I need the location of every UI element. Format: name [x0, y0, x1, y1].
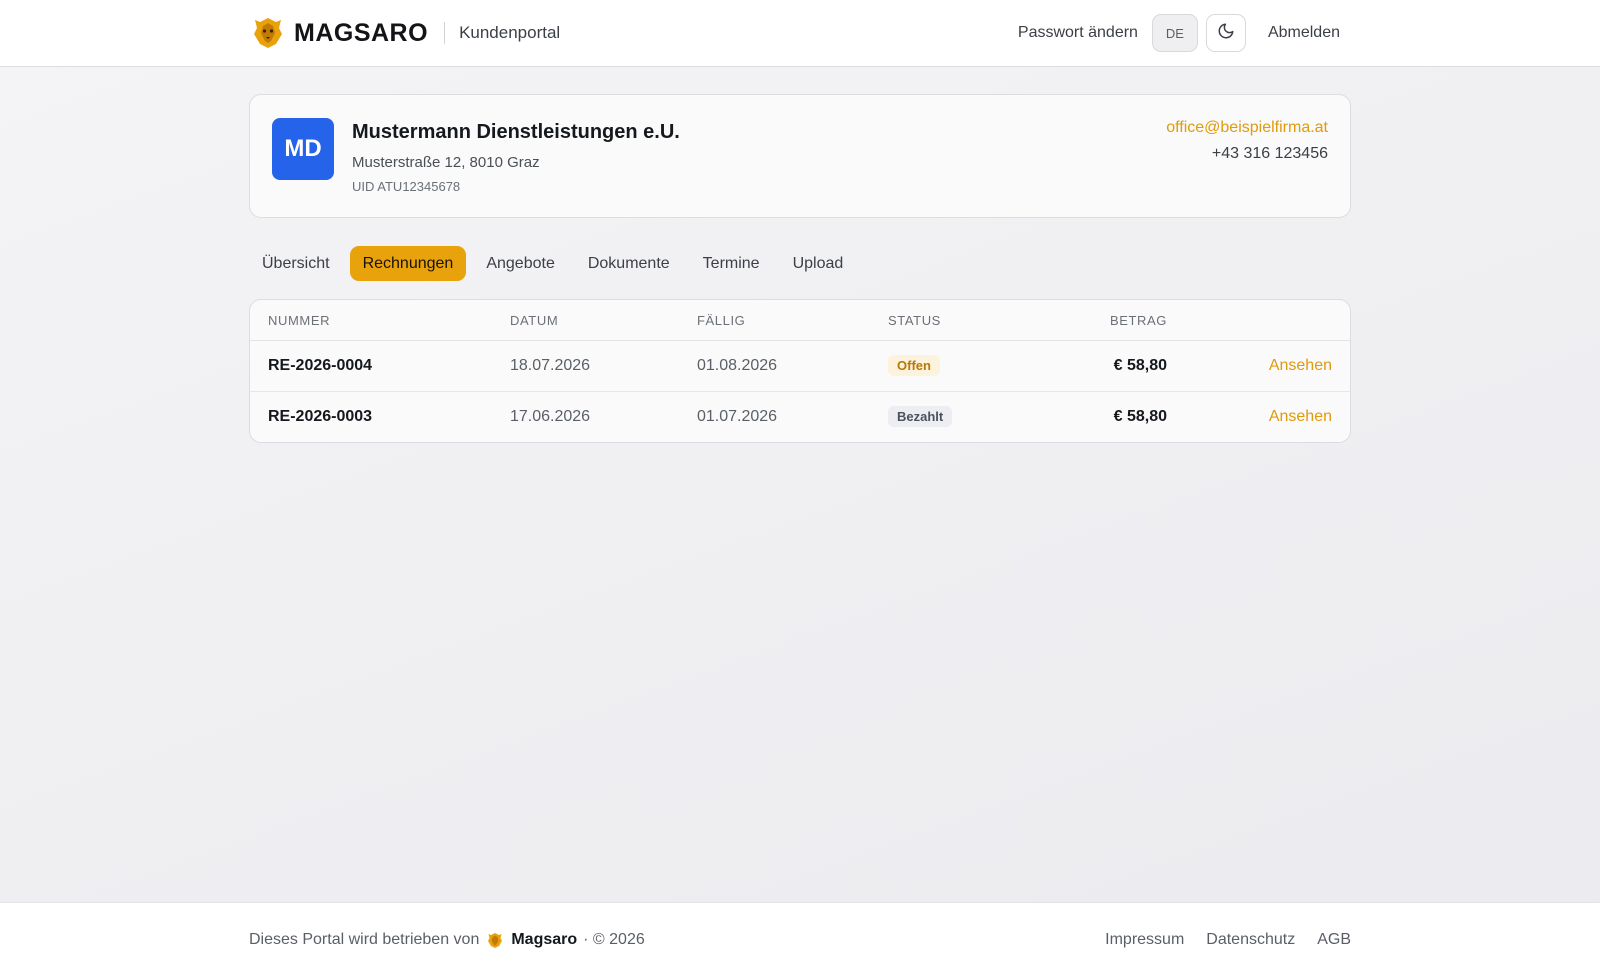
- magsaro-logo-icon: [487, 932, 503, 949]
- invoice-table: Nummer Datum Fällig Status Betrag RE-202…: [249, 299, 1351, 443]
- brand[interactable]: MAGSARO Kundenportal: [252, 15, 560, 51]
- customer-card: MD Mustermann Dienstleistungen e.U. Must…: [249, 94, 1351, 218]
- section-tabs: Übersicht Rechnungen Angebote Dokumente …: [249, 246, 863, 281]
- status-badge-cell: Bezahlt: [888, 406, 953, 427]
- invoice-date: 18.07.2026: [510, 357, 591, 374]
- column-header-due: Fällig: [697, 313, 746, 328]
- brand-name: MAGSARO: [294, 18, 429, 47]
- invoice-due-date: 01.07.2026: [697, 408, 778, 425]
- column-header-date: Datum: [510, 313, 559, 328]
- logout-link[interactable]: Abmelden: [1268, 24, 1340, 42]
- customer-name: Mustermann Dienstleistungen e.U.: [352, 121, 680, 143]
- table-row: RE-2026-0003 17.06.2026 01.07.2026 Bezah…: [250, 392, 1350, 442]
- invoice-amount: € 58,80: [1113, 408, 1167, 425]
- tab-termine[interactable]: Termine: [690, 246, 773, 281]
- tab-angebote[interactable]: Angebote: [473, 246, 568, 281]
- invoice-number: RE-2026-0004: [268, 357, 373, 374]
- brand-divider: [444, 22, 446, 44]
- avatar: MD: [272, 118, 334, 180]
- change-password-link[interactable]: Passwort ändern: [1018, 24, 1138, 42]
- table-header: Nummer Datum Fällig Status Betrag: [250, 300, 1350, 341]
- footer-credit: Dieses Portal wird betrieben von Magsaro…: [249, 931, 645, 949]
- view-invoice-link[interactable]: Ansehen: [1269, 357, 1332, 375]
- status-badge: Bezahlt: [888, 406, 953, 427]
- table-row: RE-2026-0004 18.07.2026 01.08.2026 Offen…: [250, 341, 1350, 392]
- footer-links: Impressum Datenschutz AGB: [1083, 931, 1351, 949]
- footer: Dieses Portal wird betrieben von Magsaro…: [0, 902, 1600, 978]
- header-actions: Passwort ändern DE Abmelden: [1018, 14, 1340, 52]
- tab-rechnungen[interactable]: Rechnungen: [349, 246, 467, 281]
- customer-uid: UID ATU12345678: [352, 179, 461, 194]
- brand-subtitle: Kundenportal: [459, 23, 561, 42]
- tab-dokumente[interactable]: Dokumente: [575, 246, 683, 281]
- magsaro-logo-icon: [252, 16, 284, 50]
- column-header-status: Status: [888, 313, 941, 328]
- invoice-amount: € 58,80: [1113, 357, 1167, 374]
- moon-icon: [1217, 22, 1235, 45]
- column-header-amount: Betrag: [1109, 313, 1167, 328]
- theme-toggle-button[interactable]: [1205, 14, 1246, 52]
- footer-operated-by: Dieses Portal wird betrieben von: [249, 931, 480, 948]
- invoice-number: RE-2026-0003: [268, 408, 373, 425]
- status-badge: Offen: [888, 355, 940, 376]
- view-invoice-link[interactable]: Ansehen: [1269, 408, 1332, 426]
- column-header-number: Nummer: [268, 313, 331, 328]
- tab-upload[interactable]: Upload: [780, 246, 857, 281]
- footer-link-agb[interactable]: AGB: [1317, 931, 1351, 949]
- footer-brand-link[interactable]: Magsaro: [511, 931, 577, 949]
- status-badge-cell: Offen: [888, 355, 940, 376]
- footer-link-impressum[interactable]: Impressum: [1105, 931, 1184, 949]
- invoice-date: 17.06.2026: [510, 408, 591, 425]
- footer-link-datenschutz[interactable]: Datenschutz: [1206, 931, 1295, 949]
- customer-address: Musterstraße 12, 8010 Graz: [352, 154, 540, 171]
- customer-phone: +43 316 123456: [1211, 145, 1328, 162]
- invoice-due-date: 01.08.2026: [697, 357, 778, 374]
- footer-copyright: · © 2026: [583, 931, 645, 948]
- language-switch-button[interactable]: DE: [1151, 14, 1198, 52]
- top-navigation-bar: MAGSARO Kundenportal Passwort ändern DE …: [0, 0, 1600, 67]
- tab-uebersicht[interactable]: Übersicht: [249, 246, 343, 281]
- customer-email-link[interactable]: office@beispielfirma.at: [1166, 119, 1328, 137]
